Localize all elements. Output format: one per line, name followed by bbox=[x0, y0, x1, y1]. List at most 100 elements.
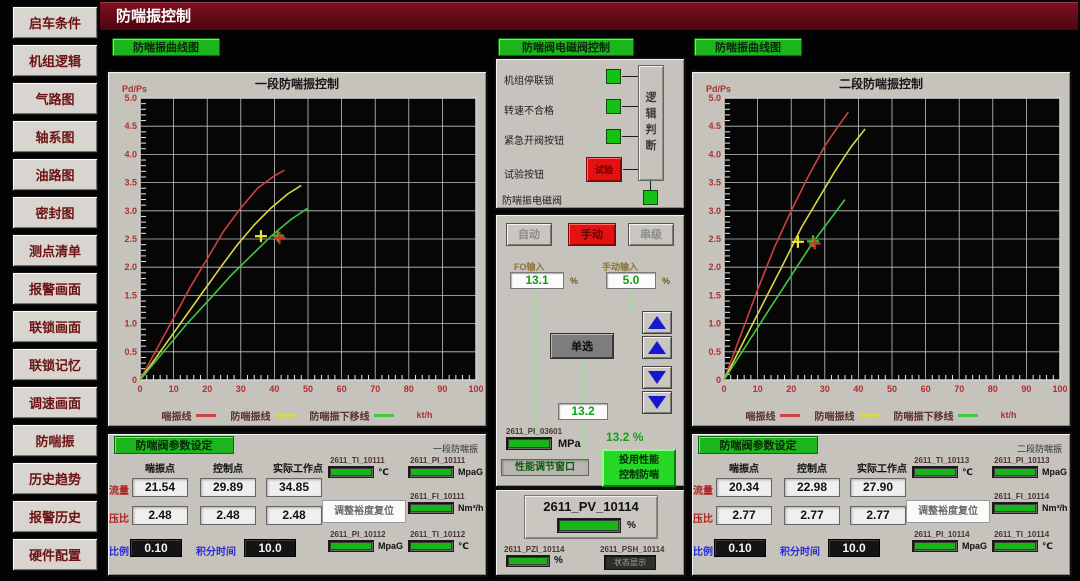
y-tick-label: 1.0 bbox=[708, 319, 721, 329]
decrease-button[interactable] bbox=[642, 366, 672, 389]
sidebar-item-0[interactable]: 启车条件 bbox=[12, 6, 98, 39]
x-tick-label: 60 bbox=[921, 384, 931, 394]
mode-auto-button[interactable]: 自动 bbox=[506, 223, 552, 246]
sidebar-item-12[interactable]: 历史趋势 bbox=[12, 462, 98, 495]
solenoid-input-label-1: 转速不合格 bbox=[504, 102, 554, 117]
param-value-R-r0c0[interactable]: 20.34 bbox=[716, 478, 772, 497]
proportional-field[interactable]: 0.10 bbox=[714, 539, 766, 557]
legend-label: 防喘振下移线 bbox=[893, 408, 953, 423]
performance-enable-button[interactable]: 投用性能 控制防喘 bbox=[602, 449, 676, 487]
integral-time-field[interactable]: 10.0 bbox=[828, 539, 880, 557]
sidebar-item-9[interactable]: 联锁记忆 bbox=[12, 348, 98, 381]
led-fill bbox=[509, 440, 549, 447]
solenoid-control-panel: 机组停联锁转速不合格紧急开阀按钮 试验按钮 试验 逻辑判断 防喘振电磁阀 bbox=[494, 57, 686, 210]
second-stage-params-panel: 防喘阀参数设定二段防喘振喘振点控制点实际工作点流量20.3422.9827.90… bbox=[690, 432, 1072, 577]
surge-chart-plot: 010203040506070809010000.51.01.52.02.53.… bbox=[694, 90, 1070, 402]
down-arrow-icon bbox=[648, 396, 666, 409]
param-value-R-r0c1[interactable]: 22.98 bbox=[784, 478, 840, 497]
test-button[interactable]: 试验 bbox=[586, 157, 622, 182]
margin-reset-button[interactable]: 调整裕度复位 bbox=[906, 500, 990, 523]
increase-fast-button[interactable] bbox=[642, 311, 672, 334]
sidebar-item-2[interactable]: 气路图 bbox=[12, 82, 98, 115]
x-tick-label: 100 bbox=[468, 384, 483, 394]
instrument-tag-label-0: 2611_TI_10113 bbox=[914, 456, 969, 465]
increase-button[interactable] bbox=[642, 336, 672, 359]
y-tick-label: 0 bbox=[716, 375, 721, 385]
param-value-R-r1c2[interactable]: 2.77 bbox=[850, 506, 906, 525]
sidebar-item-4[interactable]: 油路图 bbox=[12, 158, 98, 191]
y-tick-label: 0.5 bbox=[124, 347, 137, 357]
param-value-L-r0c1[interactable]: 29.89 bbox=[200, 478, 256, 497]
proportional-label: 比例 bbox=[109, 543, 129, 558]
sidebar-item-11[interactable]: 防喘振 bbox=[12, 424, 98, 457]
led-fill bbox=[509, 558, 547, 564]
sidebar-item-7[interactable]: 报警画面 bbox=[12, 272, 98, 305]
proportional-label: 比例 bbox=[693, 543, 713, 558]
valve-readout-box: 2611_PV_10114 % bbox=[524, 495, 658, 539]
sidebar-item-8[interactable]: 联锁画面 bbox=[12, 310, 98, 343]
x-tick-label: 80 bbox=[988, 384, 998, 394]
sidebar-item-6[interactable]: 测点清单 bbox=[12, 234, 98, 267]
fo-input-field[interactable]: 13.1 bbox=[510, 272, 564, 289]
instrument-tag-label-0: 2611_TI_10111 bbox=[330, 456, 385, 465]
connector-line bbox=[622, 106, 638, 107]
param-value-R-r1c0[interactable]: 2.77 bbox=[716, 506, 772, 525]
instrument-unit-0: ℃ bbox=[962, 467, 973, 478]
param-value-L-r1c1[interactable]: 2.48 bbox=[200, 506, 256, 525]
sidebar-item-3[interactable]: 轴系图 bbox=[12, 120, 98, 153]
sidebar-item-1[interactable]: 机组逻辑 bbox=[12, 44, 98, 77]
sidebar-item-5[interactable]: 密封图 bbox=[12, 196, 98, 229]
param-value-L-r1c2[interactable]: 2.48 bbox=[266, 506, 322, 525]
column-header-0: 喘振点 bbox=[132, 460, 188, 475]
param-value-R-r0c2[interactable]: 27.90 bbox=[850, 478, 906, 497]
instrument-tag-label-3: 2611_PI_10114 bbox=[914, 530, 970, 539]
left-chart-section-label: 防喘振曲线图 bbox=[112, 38, 220, 56]
single-select-button[interactable]: 单选 bbox=[550, 333, 614, 359]
surge-chart-plot: 010203040506070809010000.51.01.52.02.53.… bbox=[110, 90, 486, 402]
led-fill bbox=[915, 543, 955, 549]
up-arrow-icon bbox=[648, 341, 666, 354]
performance-window-button[interactable]: 性能调节窗口 bbox=[501, 459, 589, 476]
x-tick-label: 50 bbox=[303, 384, 313, 394]
instrument-unit-2: Nm³/h bbox=[1042, 503, 1068, 513]
led-fill bbox=[995, 543, 1035, 549]
x-tick-label: 0 bbox=[721, 384, 726, 394]
pzi-unit: % bbox=[554, 555, 563, 566]
instrument-unit-0: ℃ bbox=[378, 467, 389, 478]
x-tick-label: 60 bbox=[337, 384, 347, 394]
y-tick-label: 1.5 bbox=[708, 290, 721, 300]
legend-swatch bbox=[958, 414, 978, 417]
instrument-unit-4: ℃ bbox=[1042, 541, 1053, 552]
decrease-fast-button[interactable] bbox=[642, 391, 672, 414]
solenoid-input-indicator-1 bbox=[606, 99, 621, 114]
manual-input-field[interactable]: 5.0 bbox=[606, 272, 656, 289]
integral-time-field[interactable]: 10.0 bbox=[244, 539, 296, 557]
solenoid-output-label: 防喘振电磁阀 bbox=[502, 192, 562, 207]
margin-reset-button[interactable]: 调整裕度复位 bbox=[322, 500, 406, 523]
chart-legend: 喘振线防喘振线防喘振下移线kt/h bbox=[692, 407, 1070, 423]
led-fill bbox=[331, 543, 371, 549]
x-tick-label: 90 bbox=[1021, 384, 1031, 394]
y-tick-label: 3.0 bbox=[708, 206, 721, 216]
sidebar-item-10[interactable]: 调速画面 bbox=[12, 386, 98, 419]
legend-swatch bbox=[780, 414, 800, 417]
y-tick-label: 2.5 bbox=[708, 234, 721, 244]
legend-entry-0: 喘振线 bbox=[161, 408, 216, 423]
instrument-led-display-4 bbox=[992, 540, 1038, 552]
proportional-field[interactable]: 0.10 bbox=[130, 539, 182, 557]
param-row-label-1: 压比 bbox=[109, 510, 129, 525]
page-title: 防喘振控制 bbox=[116, 8, 191, 25]
instrument-unit-2: Nm³/h bbox=[458, 503, 484, 513]
sidebar-item-13[interactable]: 报警历史 bbox=[12, 500, 98, 533]
param-value-L-r0c2[interactable]: 34.85 bbox=[266, 478, 322, 497]
y-tick-label: 4.5 bbox=[708, 121, 721, 131]
mode-cascade-button[interactable]: 串级 bbox=[628, 223, 674, 246]
x-axis-unit: kt/h bbox=[1000, 410, 1016, 420]
instrument-led-display-1 bbox=[992, 466, 1038, 478]
param-value-L-r0c0[interactable]: 21.54 bbox=[132, 478, 188, 497]
sidebar-item-14[interactable]: 硬件配置 bbox=[12, 538, 98, 571]
param-value-R-r1c1[interactable]: 2.77 bbox=[784, 506, 840, 525]
mode-manual-button[interactable]: 手动 bbox=[568, 223, 616, 246]
setpoint-output-field[interactable]: 13.2 bbox=[558, 403, 608, 420]
param-value-L-r1c0[interactable]: 2.48 bbox=[132, 506, 188, 525]
